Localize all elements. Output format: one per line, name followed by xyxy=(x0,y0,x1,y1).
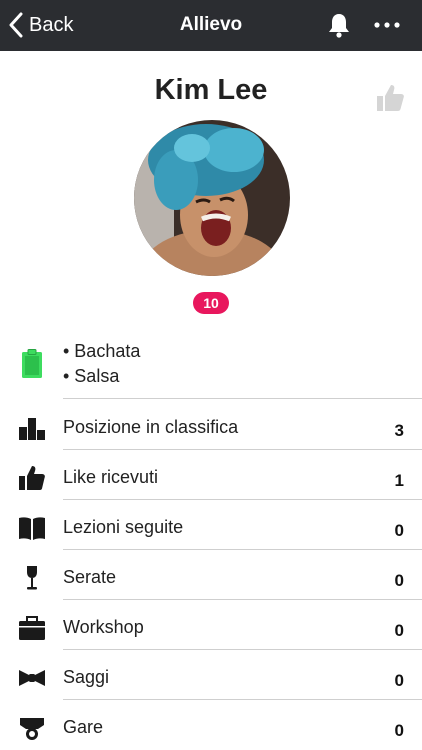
stat-label: Saggi xyxy=(63,667,110,687)
chevron-left-icon xyxy=(9,12,23,38)
clipboard-icon xyxy=(22,349,42,378)
divider xyxy=(63,549,422,550)
dance-style-item: • Salsa xyxy=(63,366,120,386)
stat-label: Workshop xyxy=(63,617,144,637)
stat-row-evenings[interactable]: Serate 0 xyxy=(0,553,422,603)
count-badge: 10 xyxy=(193,292,229,314)
stat-value: 0 xyxy=(394,721,404,740)
stat-row-lessons[interactable]: Lezioni seguite 0 xyxy=(0,503,422,553)
stat-row-workshop[interactable]: Workshop 0 xyxy=(0,603,422,653)
stat-value: 0 xyxy=(394,671,404,690)
stat-value: 1 xyxy=(394,471,404,490)
stat-row-ranking[interactable]: Posizione in classifica 3 xyxy=(0,403,422,453)
avatar-photo xyxy=(134,120,290,276)
stat-row-competitions[interactable]: Gare 0 xyxy=(0,703,422,750)
avatar xyxy=(134,120,290,276)
stat-value: 3 xyxy=(394,421,404,440)
stat-row-recitals[interactable]: Saggi 0 xyxy=(0,653,422,703)
divider xyxy=(63,398,422,399)
stat-value: 0 xyxy=(394,521,404,540)
briefcase-icon xyxy=(19,616,45,640)
bell-icon[interactable] xyxy=(325,11,353,39)
divider xyxy=(63,599,422,600)
divider xyxy=(63,649,422,650)
stat-label: Serate xyxy=(63,567,117,587)
open-book-icon xyxy=(19,517,45,540)
wine-glass-icon xyxy=(27,566,37,590)
more-options-icon[interactable] xyxy=(372,14,402,36)
dance-styles-section: • Bachata • Salsa xyxy=(0,335,422,399)
stat-label: Posizione in classifica xyxy=(63,417,239,437)
medal-icon xyxy=(20,718,44,740)
stat-label: Lezioni seguite xyxy=(63,517,184,537)
dance-style-item: • Bachata xyxy=(63,341,141,361)
divider xyxy=(63,499,422,500)
thumbs-up-icon xyxy=(19,466,45,490)
like-button-icon[interactable] xyxy=(374,82,406,114)
stat-row-likes[interactable]: Like ricevuti 1 xyxy=(0,453,422,503)
stat-label: Gare xyxy=(63,717,104,737)
stat-label: Like ricevuti xyxy=(63,467,159,487)
ranking-bars-icon xyxy=(19,418,45,440)
bow-tie-icon xyxy=(19,670,45,686)
back-label: Back xyxy=(29,13,74,36)
stat-value: 0 xyxy=(394,621,404,640)
back-button[interactable]: Back xyxy=(8,11,73,39)
divider xyxy=(63,699,422,700)
navigation-bar: Back Allievo xyxy=(0,0,422,51)
stat-value: 0 xyxy=(394,571,404,590)
divider xyxy=(63,449,422,450)
profile-name: Kim Lee xyxy=(154,74,268,106)
